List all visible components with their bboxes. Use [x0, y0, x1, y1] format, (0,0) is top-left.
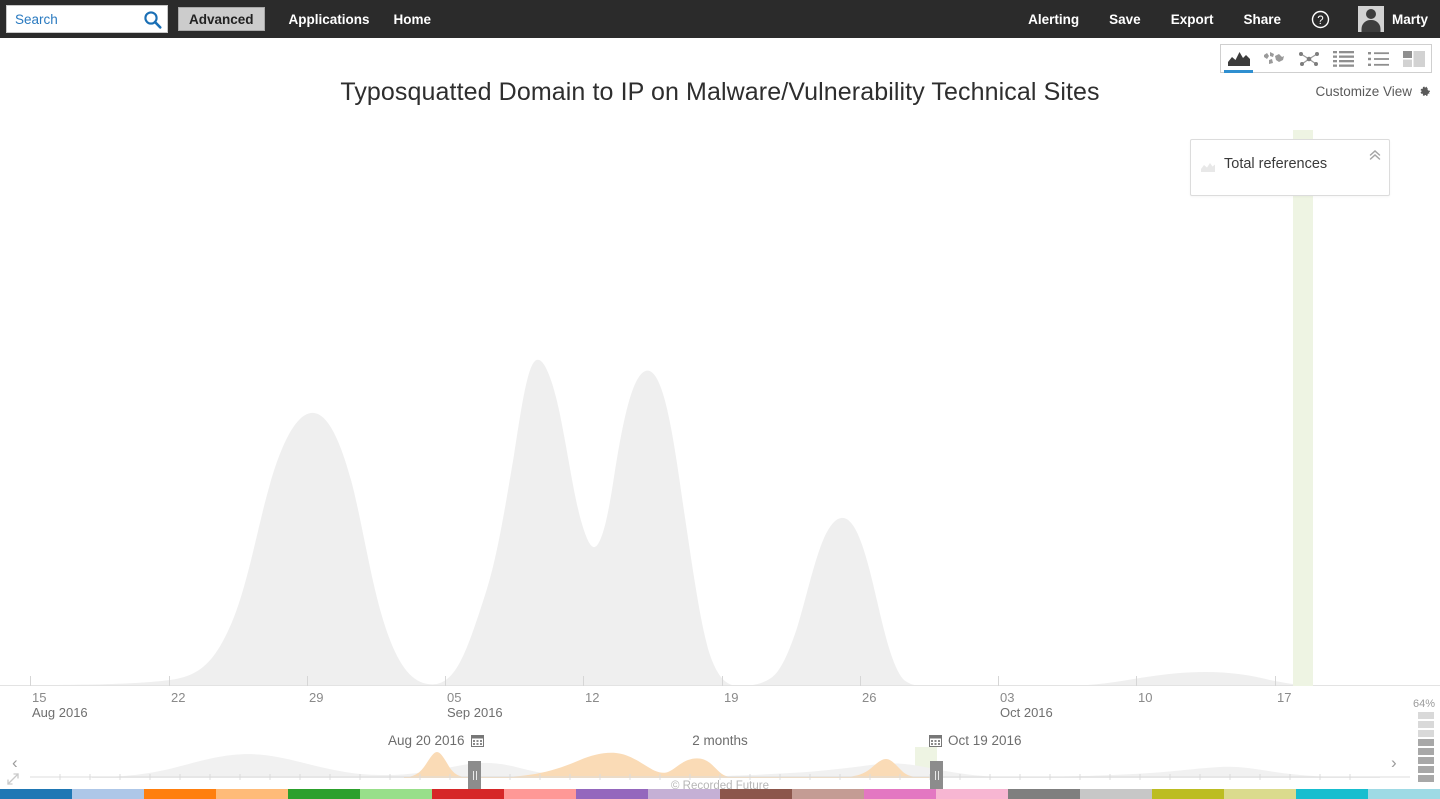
color-palette-strip	[0, 789, 1440, 799]
table-view-button[interactable]	[1326, 45, 1361, 72]
x-axis-tick	[998, 676, 999, 686]
top-navigation-bar: Advanced Applications Home Alerting Save…	[0, 0, 1440, 38]
top-navigation-right: Alerting Save Export Share ? Marty	[998, 6, 1440, 32]
help-icon[interactable]: ?	[1311, 10, 1330, 29]
brush-end-date-label: Oct 19 2016	[948, 733, 1022, 748]
nav-alerting[interactable]: Alerting	[1028, 12, 1079, 27]
avatar	[1357, 6, 1384, 32]
timeline-brush[interactable]: Aug 20 2016 2 months Oct 19 2016	[0, 725, 1440, 789]
brush-range-label[interactable]: 2 months	[0, 733, 1440, 748]
x-axis-tick	[1275, 676, 1276, 686]
customize-view-button[interactable]: Customize View	[1315, 84, 1432, 99]
palette-swatch	[144, 789, 216, 799]
network-view-button[interactable]	[1291, 45, 1326, 72]
palette-swatch	[720, 789, 792, 799]
palette-swatch	[504, 789, 576, 799]
x-axis-tick-label: 29	[309, 690, 324, 705]
minimap-area-unselected	[92, 754, 1380, 778]
highlight-band	[1293, 130, 1313, 686]
x-axis-tick-label: 17	[1277, 690, 1292, 705]
x-axis-month-label: Sep 2016	[447, 705, 503, 720]
area-chart-view-button[interactable]	[1221, 45, 1256, 73]
user-menu[interactable]: Marty	[1357, 6, 1428, 32]
gear-icon[interactable]	[1418, 85, 1432, 99]
palette-swatch	[72, 789, 144, 799]
x-axis-tick-label: 12	[585, 690, 600, 705]
user-name: Marty	[1391, 11, 1428, 27]
x-axis-tick-label: 05	[447, 690, 462, 705]
x-axis-tick	[722, 676, 723, 686]
minimap-sparkline[interactable]	[0, 747, 1440, 781]
x-axis-tick	[1136, 676, 1137, 686]
calendar-icon[interactable]	[929, 734, 942, 747]
legend-swatch-icon	[1201, 159, 1215, 172]
x-axis-tick	[445, 676, 446, 686]
palette-swatch	[1296, 789, 1368, 799]
x-axis-tick	[307, 676, 308, 686]
palette-swatch	[936, 789, 1008, 799]
search-icon[interactable]	[143, 10, 162, 29]
palette-swatch	[360, 789, 432, 799]
palette-swatch	[648, 789, 720, 799]
search-box[interactable]	[6, 5, 168, 33]
timeline-prev-button[interactable]: ‹	[12, 753, 18, 773]
collapse-chevron-up-icon[interactable]	[1368, 148, 1382, 162]
x-axis-tick	[583, 676, 584, 686]
palette-swatch	[1368, 789, 1440, 799]
timeline-chart[interactable]	[0, 110, 1440, 686]
x-axis-tick-label: 03	[1000, 690, 1015, 705]
zoom-percent-label: 64%	[1412, 698, 1435, 710]
palette-swatch	[0, 789, 72, 799]
search-input[interactable]	[13, 7, 143, 31]
nav-export[interactable]: Export	[1171, 12, 1214, 27]
view-type-toolbar	[1220, 44, 1432, 73]
palette-swatch	[576, 789, 648, 799]
palette-swatch	[288, 789, 360, 799]
brush-handle-end[interactable]	[930, 761, 943, 789]
customize-view-label: Customize View	[1315, 84, 1412, 99]
x-axis-tick	[169, 676, 170, 686]
nav-save[interactable]: Save	[1109, 12, 1141, 27]
palette-swatch	[1224, 789, 1296, 799]
x-axis-tick	[30, 676, 31, 686]
page-title: Typosquatted Domain to IP on Malware/Vul…	[340, 78, 1100, 106]
palette-swatch	[1152, 789, 1224, 799]
area-series-total-references	[30, 359, 1410, 686]
advanced-button[interactable]: Advanced	[178, 7, 265, 31]
timeline-next-button[interactable]: ›	[1391, 753, 1397, 773]
x-axis-tick-label: 19	[724, 690, 739, 705]
tile-view-button[interactable]	[1396, 45, 1431, 72]
palette-swatch	[432, 789, 504, 799]
palette-swatch	[216, 789, 288, 799]
palette-swatch	[864, 789, 936, 799]
legend-label: Total references	[1224, 156, 1328, 172]
palette-swatch	[1080, 789, 1152, 799]
svg-text:?: ?	[1317, 15, 1323, 27]
x-axis-tick-label: 26	[862, 690, 877, 705]
map-view-button[interactable]	[1256, 45, 1291, 72]
legend-item-total-references[interactable]: Total references	[1201, 156, 1327, 172]
x-axis-tick	[860, 676, 861, 686]
palette-swatch	[1008, 789, 1080, 799]
x-axis-tick-label: 22	[171, 690, 186, 705]
palette-swatch	[792, 789, 864, 799]
brush-end-date[interactable]: Oct 19 2016	[929, 733, 1022, 748]
x-axis-month-label: Aug 2016	[32, 705, 88, 720]
x-axis-tick-label: 10	[1138, 690, 1153, 705]
area-chart-svg	[30, 359, 1410, 686]
x-axis-month-label: Oct 2016	[1000, 705, 1053, 720]
x-axis-tick-label: 15	[32, 690, 47, 705]
brush-handle-start[interactable]	[468, 761, 481, 789]
x-axis-line	[0, 685, 1440, 686]
legend-panel[interactable]: Total references	[1190, 139, 1390, 196]
nav-applications[interactable]: Applications	[289, 12, 370, 27]
nav-home[interactable]: Home	[394, 12, 432, 27]
nav-share[interactable]: Share	[1243, 12, 1281, 27]
list-view-button[interactable]	[1361, 45, 1396, 72]
